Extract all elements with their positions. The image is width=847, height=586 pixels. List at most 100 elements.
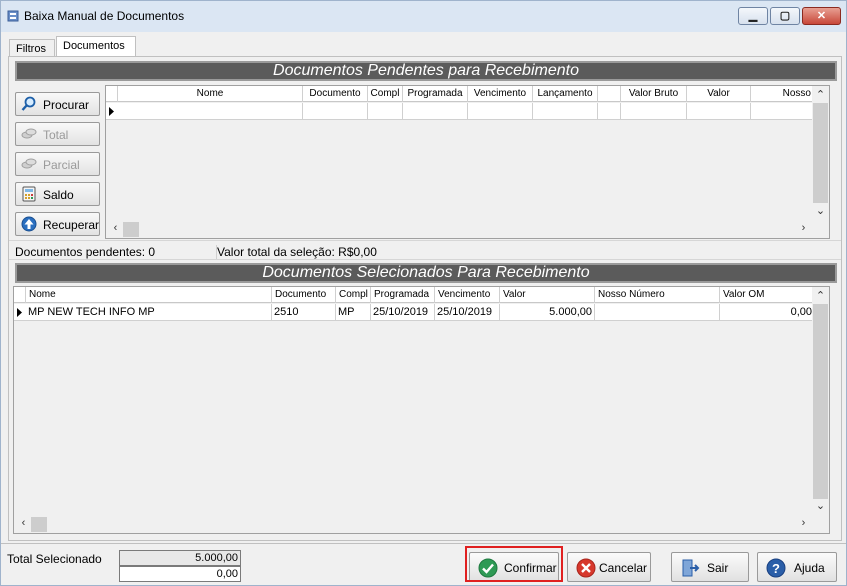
cell-empty: [598, 103, 621, 120]
col-vencimento[interactable]: Vencimento: [468, 86, 533, 102]
col-compl[interactable]: Compl: [368, 86, 403, 102]
col-valor-bruto[interactable]: Valor Bruto: [621, 86, 687, 102]
saldo-button[interactable]: Saldo: [15, 182, 100, 206]
col-programada[interactable]: Programada: [371, 287, 435, 303]
minimize-icon: ▁: [748, 10, 758, 22]
pendentes-vscrollbar[interactable]: ⌃ ⌄: [812, 86, 829, 221]
cell-empty: [533, 103, 598, 120]
col-nosso-numero[interactable]: Nosso Número: [595, 287, 720, 303]
procurar-button[interactable]: Procurar: [15, 92, 100, 116]
total-selecionado-label: Total Selecionado: [7, 552, 102, 566]
col-valor-om[interactable]: Valor OM: [720, 287, 814, 303]
cancelar-button[interactable]: Cancelar: [567, 552, 651, 582]
col-documento[interactable]: Documento: [303, 86, 368, 102]
selecionados-hscrollbar[interactable]: ‹ ›: [14, 516, 829, 533]
scroll-left-icon[interactable]: ‹: [16, 517, 31, 529]
cell-empty: [118, 103, 303, 120]
search-icon: [21, 96, 36, 111]
col-blank[interactable]: [598, 86, 621, 102]
scroll-down-icon[interactable]: ⌄: [813, 499, 828, 512]
cell-nome: MP NEW TECH INFO MP: [26, 304, 272, 321]
minimize-button[interactable]: ▁: [738, 7, 768, 25]
documentos-panel: Documentos Pendentes para Recebimento Pr…: [8, 56, 842, 541]
scroll-thumb[interactable]: [813, 103, 828, 203]
close-button[interactable]: ✕: [802, 7, 841, 25]
cancel-icon: [576, 558, 596, 578]
scroll-thumb[interactable]: [31, 517, 47, 532]
col-lancamento[interactable]: Lançamento: [533, 86, 598, 102]
cell-empty: [368, 103, 403, 120]
sair-label: Sair: [707, 561, 729, 575]
cell-vencimento: 25/10/2019: [435, 304, 500, 321]
cell-compl: MP: [336, 304, 371, 321]
pendentes-hscrollbar[interactable]: ‹ ›: [106, 221, 829, 238]
recuperar-button[interactable]: Recuperar: [15, 212, 100, 236]
money-icon: [21, 128, 37, 139]
col-nome[interactable]: Nome: [118, 86, 303, 102]
col-compl[interactable]: Compl: [336, 287, 371, 303]
col-valor[interactable]: Valor: [687, 86, 751, 102]
exit-icon: [682, 559, 700, 577]
window-title: Baixa Manual de Documentos: [24, 9, 185, 23]
scroll-thumb[interactable]: [123, 222, 139, 237]
selecionados-header: Documentos Selecionados Para Recebimento: [15, 263, 837, 283]
pendentes-grid[interactable]: Nome Documento Compl Programada Vencimen…: [105, 85, 830, 239]
recuperar-label: Recuperar: [43, 218, 100, 232]
selecionados-grid[interactable]: Nome Documento Compl Programada Vencimen…: [13, 286, 830, 534]
parcial-label: Parcial: [43, 158, 80, 172]
pendentes-status-bar: Documentos pendentes: 0 Valor total da s…: [9, 240, 841, 260]
title-bar: Baixa Manual de Documentos ▁ ▢ ✕: [1, 1, 846, 32]
row-pointer-icon: [109, 107, 114, 116]
header-indicator: [106, 86, 118, 102]
selecionados-vscrollbar[interactable]: ⌃ ⌄: [812, 287, 829, 516]
col-nome[interactable]: Nome: [26, 287, 272, 303]
scroll-right-icon[interactable]: ›: [796, 517, 811, 529]
scroll-thumb[interactable]: [813, 304, 828, 499]
documentos-pendentes-count: Documentos pendentes: 0: [15, 245, 156, 259]
ajuda-label: Ajuda: [794, 561, 825, 575]
sair-button[interactable]: Sair: [671, 552, 749, 582]
procurar-label: Procurar: [43, 98, 90, 112]
saldo-label: Saldo: [43, 188, 74, 202]
col-programada[interactable]: Programada: [403, 86, 468, 102]
scroll-left-icon[interactable]: ‹: [108, 222, 123, 234]
cell-documento: 2510: [272, 304, 336, 321]
footer-bar: Total Selecionado 5.000,00 0,00 Confirma…: [1, 543, 846, 585]
close-icon: ✕: [816, 10, 827, 22]
cell-empty: [403, 103, 468, 120]
valor-total-selecao: Valor total da seleção: R$0,00: [216, 245, 377, 259]
col-documento[interactable]: Documento: [272, 287, 336, 303]
money-icon: [21, 158, 37, 169]
ajuda-button[interactable]: ? Ajuda: [757, 552, 837, 582]
main-window: Baixa Manual de Documentos ▁ ▢ ✕ Filtros…: [0, 0, 847, 586]
pendentes-grid-header: Nome Documento Compl Programada Vencimen…: [106, 86, 814, 102]
col-valor[interactable]: Valor: [500, 287, 595, 303]
tab-documentos[interactable]: Documentos: [56, 36, 136, 57]
cancelar-label: Cancelar: [599, 561, 648, 575]
total-button[interactable]: Total: [15, 122, 100, 146]
scroll-down-icon[interactable]: ⌄: [813, 204, 828, 217]
total-selecionado-value-2: 0,00: [119, 566, 241, 582]
total-label: Total: [43, 128, 69, 142]
scroll-up-icon[interactable]: ⌃: [813, 88, 828, 101]
help-icon: ?: [766, 558, 786, 578]
cell-valor-om: 0,00: [790, 306, 812, 318]
table-row[interactable]: MP NEW TECH INFO MP 2510 MP 25/10/2019 2…: [14, 304, 814, 321]
maximize-button[interactable]: ▢: [770, 7, 800, 25]
confirmar-focus-highlight: [465, 546, 563, 582]
total-selecionado-value: 5.000,00: [119, 550, 241, 566]
header-indicator: [14, 287, 26, 303]
col-nosso[interactable]: Nosso: [751, 86, 814, 102]
table-row[interactable]: [106, 103, 814, 120]
maximize-icon: ▢: [779, 10, 791, 22]
scroll-up-icon[interactable]: ⌃: [813, 289, 828, 302]
tab-filtros[interactable]: Filtros: [9, 39, 55, 57]
cell-programada: 25/10/2019: [371, 304, 435, 321]
scroll-right-icon[interactable]: ›: [796, 222, 811, 234]
svg-text:?: ?: [772, 561, 780, 576]
col-vencimento[interactable]: Vencimento: [435, 287, 500, 303]
cell-empty: [621, 103, 687, 120]
cell-nosso-numero: [595, 304, 720, 321]
cell-empty: [687, 103, 751, 120]
parcial-button[interactable]: Parcial: [15, 152, 100, 176]
